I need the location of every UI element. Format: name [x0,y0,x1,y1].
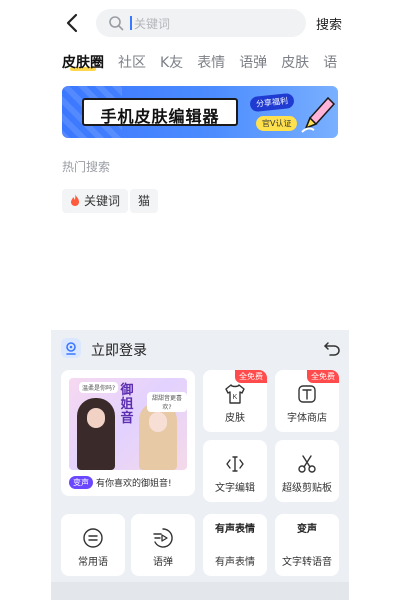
text-edit-button[interactable]: 文字编辑 [203,440,267,502]
fire-icon [71,194,79,206]
scissors-icon [298,455,316,473]
danmu-label: 语弹 [153,557,173,568]
skin-label: 皮肤 [225,413,245,424]
danmu-icon [153,528,173,548]
tab-skin-circle[interactable]: 皮肤圈 [62,52,104,72]
banner-title-box: 手机皮肤编辑器 [82,98,238,126]
voice-stickers-label: 有声表情 [215,557,255,568]
skin-editor-banner[interactable]: 手机皮肤编辑器 分享福利 官V认证 [62,86,338,138]
free-badge: 全免费 [307,370,339,383]
banner-tag-share: 分享福利 [249,92,295,113]
voice-sticker-text-icon: 有声表情 [215,524,255,535]
banner-title: 手机皮肤编辑器 [100,107,220,126]
danmu-button[interactable]: 语弹 [131,514,195,576]
login-link[interactable]: 立即登录 [91,340,147,360]
chip-label: 关键词 [84,194,121,208]
category-tabs: 皮肤圈 社区 K友 表情 语弹 皮肤语 [62,52,352,78]
promo-footer: 变声 有你喜欢的御姐音! [69,472,193,489]
top-bar: 关键词 搜索 [0,0,400,46]
text-cursor-icon [226,456,244,472]
common-phrases-label: 常用语 [78,557,108,568]
tab-danmu[interactable]: 语弹 [239,52,267,72]
speech-bubble: 温柔是你吗? [79,382,119,393]
skin-button[interactable]: 全免费 K 皮肤 [203,370,267,432]
tab-community[interactable]: 社区 [118,52,146,72]
tab-k-friends[interactable]: K友 [160,52,183,72]
common-phrases-button[interactable]: 常用语 [61,514,125,576]
text-edit-label: 文字编辑 [215,483,255,494]
keyboard-feature-panel: 立即登录 御姐音 温柔是你吗? 甜甜音更喜欢? 变声 有你喜欢的御姐音! 全免费 … [51,330,349,600]
login-avatar-icon[interactable] [61,338,81,358]
promo-caption: 有你喜欢的御姐音! [96,479,172,489]
font-store-label: 字体商店 [287,413,327,424]
tab-label: 皮肤圈 [62,55,104,71]
text-to-speech-button[interactable]: 变声 文字转语音 [275,514,339,576]
face [149,412,167,432]
text-cursor [130,16,132,30]
tab-stickers[interactable]: 表情 [197,52,225,72]
girl-figure [139,402,177,470]
voice-change-text-icon: 变声 [297,524,317,535]
face [87,408,105,428]
super-clipboard-button[interactable]: 超级剪贴板 [275,440,339,502]
font-icon [298,385,316,403]
super-clipboard-label: 超级剪贴板 [282,483,332,494]
return-icon[interactable] [323,340,341,356]
tab-more[interactable]: 语 [323,52,337,72]
voice-stickers-button[interactable]: 有声表情 有声表情 [203,514,267,576]
search-icon [109,16,124,31]
text-to-speech-label: 文字转语音 [282,557,332,568]
back-arrow-icon[interactable] [62,12,84,34]
hot-search-title: 热门搜索 [62,160,111,174]
search-placeholder: 关键词 [134,17,171,31]
font-store-button[interactable]: 全免费 字体商店 [275,370,339,432]
promo-big-text: 御姐音 [120,383,134,426]
svg-text:K: K [233,394,238,401]
phrase-list-icon [83,528,103,548]
pencil-icon [301,96,336,133]
hot-search-chip[interactable]: 关键词 [62,189,129,213]
search-input[interactable]: 关键词 [96,9,306,37]
tshirt-icon: K [225,384,245,404]
voice-change-tag: 变声 [69,476,93,489]
girl-figure [77,398,115,470]
promo-illustration: 御姐音 温柔是你吗? 甜甜音更喜欢? [69,378,187,470]
tab-skins[interactable]: 皮肤 [281,52,309,72]
hot-search-chip[interactable]: 猫 [130,189,159,213]
voice-changer-promo-card[interactable]: 御姐音 温柔是你吗? 甜甜音更喜欢? 变声 有你喜欢的御姐音! [61,370,195,496]
search-button[interactable]: 搜索 [316,14,342,33]
banner-tag-verified: 官V认证 [256,116,298,131]
speech-bubble: 甜甜音更喜欢? [147,392,187,412]
panel-bottom-strip [51,582,349,600]
free-badge: 全免费 [235,370,267,383]
panel-header: 立即登录 [51,330,349,366]
